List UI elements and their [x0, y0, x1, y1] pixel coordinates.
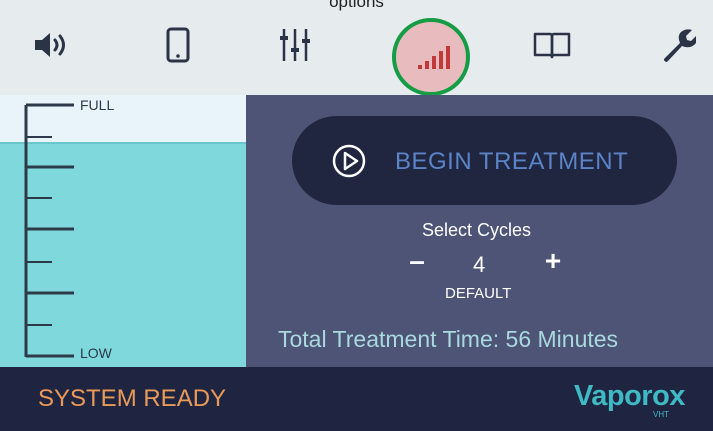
begin-treatment-label: BEGIN TREATMENT	[395, 148, 629, 175]
play-circle-icon	[332, 144, 366, 178]
phone-icon	[166, 27, 190, 63]
device-screen: options FULL LOW BEGIN TREATMENT Select …	[0, 0, 713, 431]
maintenance-button[interactable]	[643, 14, 713, 76]
total-treatment-time: Total Treatment Time: 56 Minutes	[278, 326, 619, 352]
select-cycles-label: Select Cycles	[422, 220, 532, 240]
sliders-icon	[280, 29, 310, 61]
low-label: LOW	[80, 345, 112, 361]
caption-text: options	[329, 0, 384, 11]
water-tank: FULL LOW	[0, 95, 246, 367]
brand-subtitle: VHT	[653, 410, 669, 419]
signal-button[interactable]	[396, 20, 472, 96]
full-label: FULL	[80, 97, 115, 113]
toolbar: options	[0, 0, 713, 96]
wrench-icon	[664, 29, 696, 62]
decrease-cycles-button[interactable]: –	[405, 246, 429, 276]
increase-cycles-button[interactable]: +	[540, 246, 566, 276]
manual-button[interactable]	[517, 14, 587, 76]
signal-bars-icon	[418, 46, 450, 69]
settings-sliders-button[interactable]	[260, 14, 330, 76]
level-gauge	[24, 103, 74, 358]
default-label: DEFAULT	[445, 285, 512, 302]
device-button[interactable]	[143, 14, 213, 76]
brand-logo: Vaporox	[574, 380, 685, 412]
volume-button[interactable]	[17, 14, 87, 76]
screen-caption: options	[0, 0, 713, 20]
book-icon	[533, 32, 571, 59]
cycles-value: 4	[473, 252, 486, 277]
speaker-icon	[35, 33, 65, 57]
system-status: SYSTEM READY	[38, 385, 227, 412]
